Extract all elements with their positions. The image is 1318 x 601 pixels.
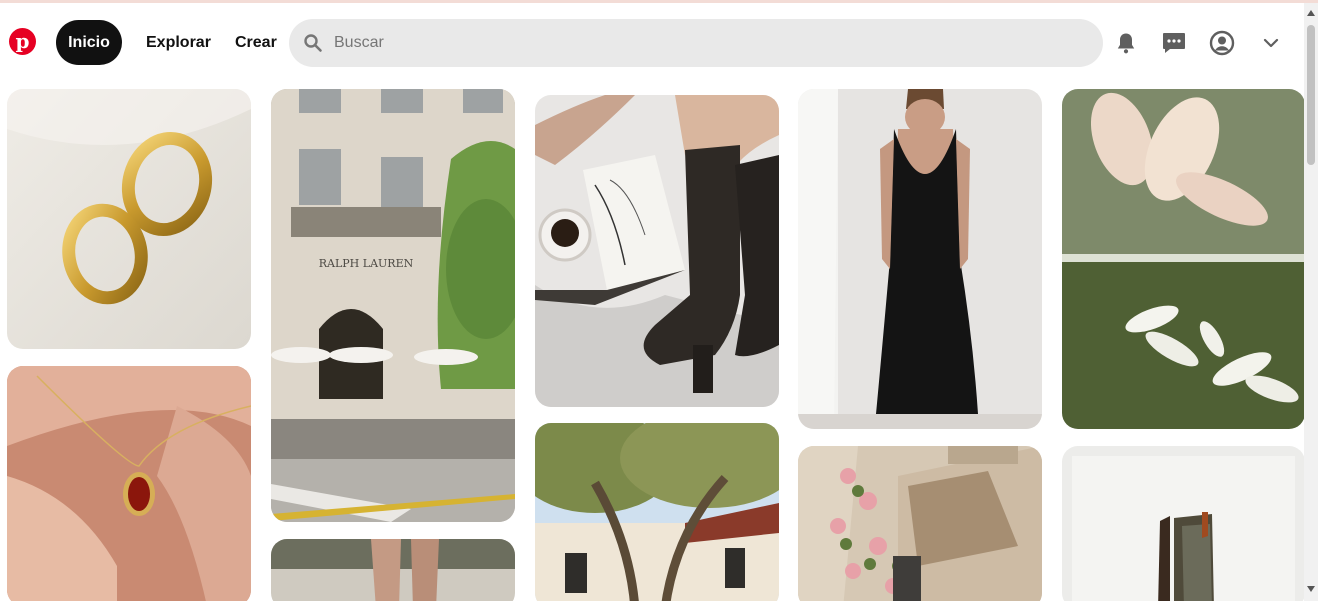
bell-icon[interactable] <box>1113 30 1139 56</box>
page-scrollbar[interactable] <box>1304 3 1318 601</box>
search-bar[interactable] <box>289 19 1103 67</box>
nav-explore-link[interactable]: Explorar <box>146 20 211 65</box>
pin-trees-white-villa[interactable] <box>535 423 779 601</box>
pin-magnolia-flowers[interactable] <box>1062 89 1305 429</box>
pin-roses-beige-building[interactable] <box>798 446 1042 601</box>
pin-ralph-lauren-storefront[interactable]: RALPH LAUREN <box>271 89 515 522</box>
chat-icon[interactable] <box>1161 30 1187 56</box>
pin-black-boots-magazine[interactable] <box>535 95 779 407</box>
scroll-up-arrow-icon[interactable] <box>1307 10 1315 16</box>
pin-red-pendant-necklace[interactable] <box>7 366 251 601</box>
pin-black-slip-dress[interactable] <box>798 89 1042 429</box>
pinterest-logo-icon[interactable]: p <box>9 28 36 55</box>
chevron-down-icon[interactable] <box>1258 30 1284 56</box>
pin-legs-sidewalk[interactable] <box>271 539 515 601</box>
nav-home-button[interactable]: Inicio <box>56 20 122 65</box>
pin-sunglasses-white[interactable] <box>1062 446 1305 601</box>
svg-text:RALPH LAUREN: RALPH LAUREN <box>319 257 414 270</box>
svg-text:p: p <box>16 29 30 53</box>
user-circle-icon[interactable] <box>1209 30 1235 56</box>
scroll-down-arrow-icon[interactable] <box>1307 586 1315 592</box>
scrollbar-thumb[interactable] <box>1307 25 1315 165</box>
nav-create-link[interactable]: Crear <box>235 20 277 65</box>
search-input[interactable] <box>334 19 1074 67</box>
pin-gold-hoop-earrings[interactable] <box>7 89 251 349</box>
search-icon <box>304 34 322 52</box>
top-navigation-bar: p Inicio Explorar Crear <box>0 3 1304 83</box>
